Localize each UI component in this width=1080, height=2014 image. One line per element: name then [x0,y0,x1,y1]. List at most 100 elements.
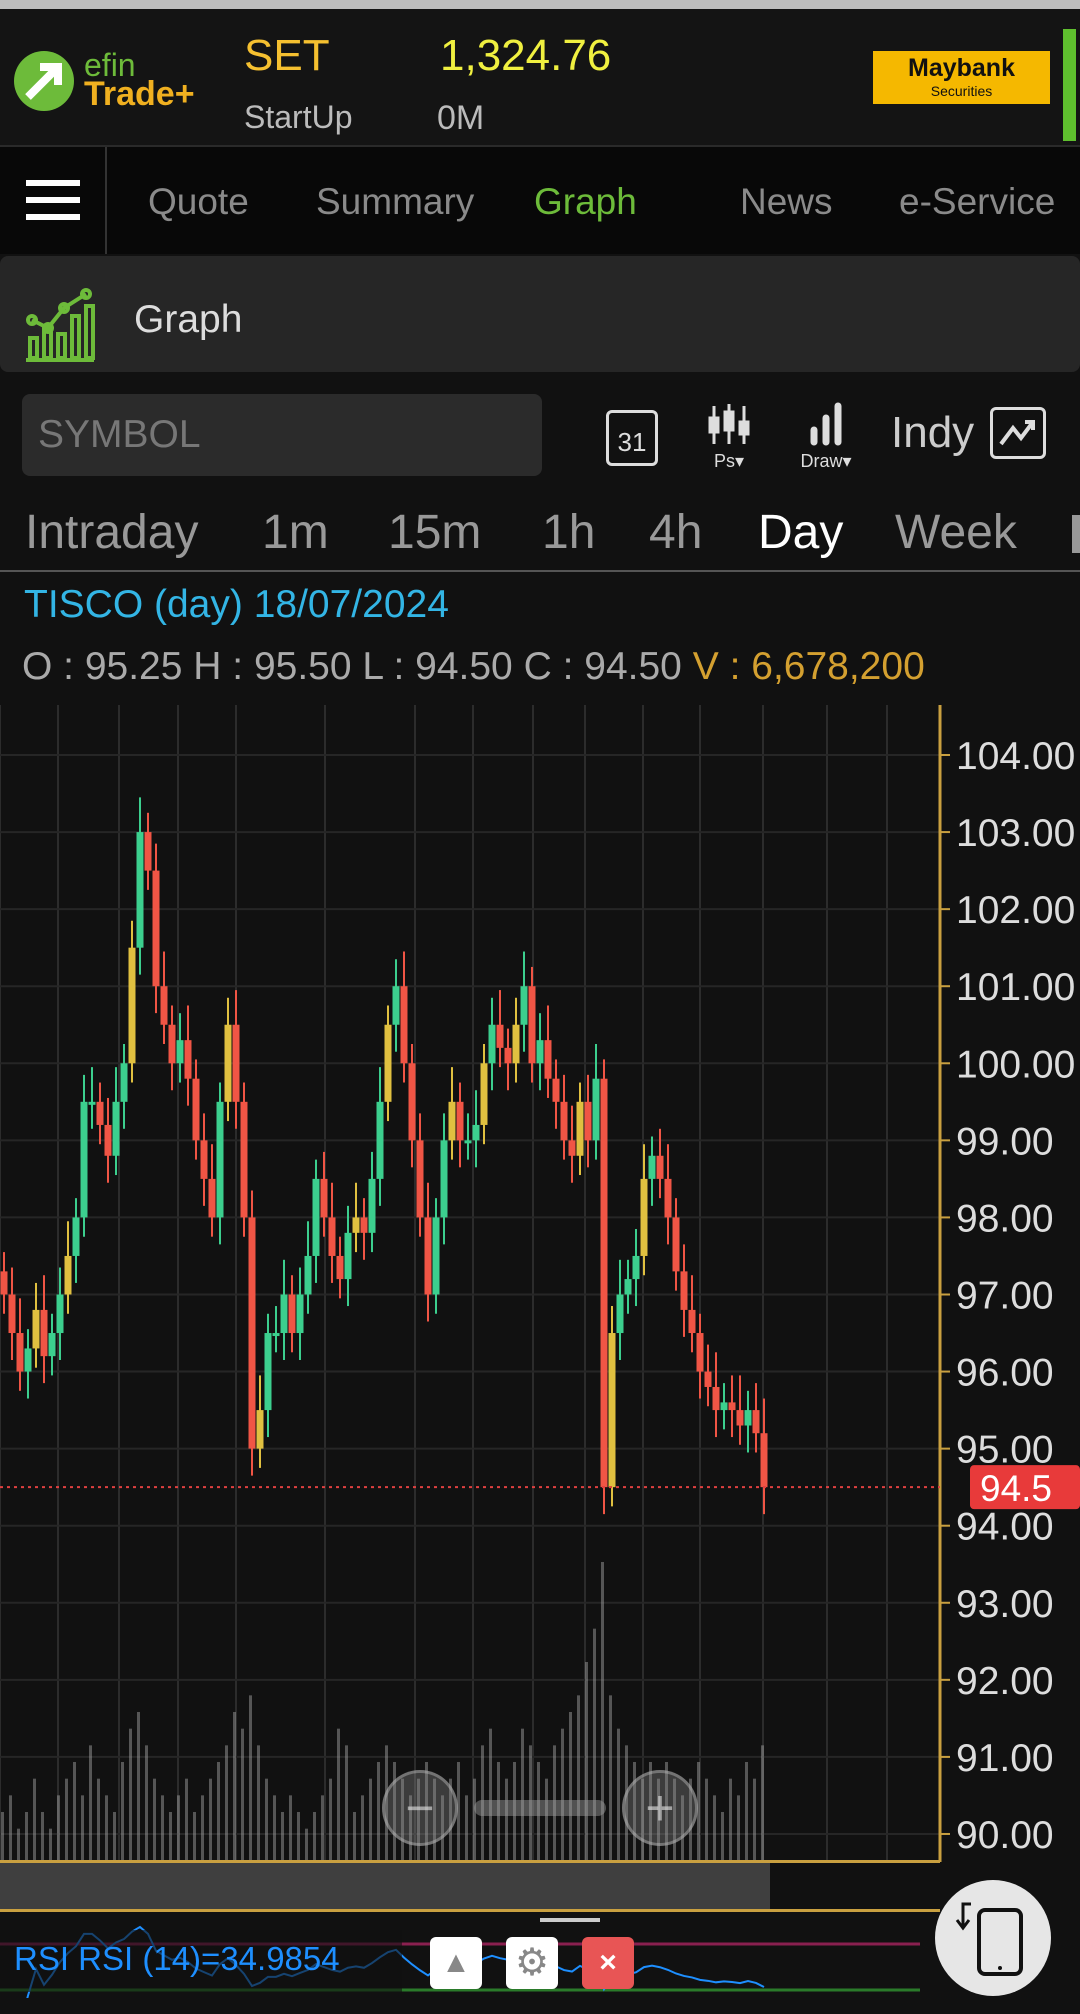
rsi-move-up-button[interactable]: ▲ [430,1937,482,1989]
candle-body [600,1078,608,1488]
calendar-button[interactable]: 31 [606,410,658,466]
rsi-settings-gear-icon[interactable]: ⚙ [506,1937,558,1989]
rotate-screen-button[interactable] [935,1880,1051,1996]
price-tick-label: 90.00 [956,1814,1054,1857]
volume-bar [545,1778,548,1862]
volume-bar [105,1795,108,1862]
price-tick-label: 96.00 [956,1352,1054,1395]
volume-bar [89,1745,92,1862]
candle-body [400,986,408,1064]
tf-week[interactable]: Week [895,505,1017,560]
volume-bar [593,1628,596,1862]
volume-bar [153,1778,156,1862]
candle-body [408,1063,416,1141]
volume-bar [41,1812,44,1862]
indicator-button[interactable] [990,407,1046,459]
tab-summary[interactable]: Summary [316,181,474,223]
volume-bar [169,1812,172,1862]
volume-bar [337,1728,340,1862]
tab-news[interactable]: News [740,181,833,223]
price-tick-label: 97.00 [956,1274,1054,1317]
tf-4h[interactable]: 4h [649,505,702,560]
tf-overflow[interactable] [1072,515,1080,553]
tf-day[interactable]: Day [758,505,843,560]
candle-body [584,1101,592,1141]
volume-bar [185,1778,188,1862]
candle-body [240,1101,248,1218]
volume-bar [241,1728,244,1862]
indy-label[interactable]: Indy [891,408,974,458]
price-chart[interactable]: JASON2024FMAMJJASO104.00103.00102.00101.… [0,705,1080,1862]
candle-body [576,1101,584,1156]
candle-body [376,1101,384,1179]
volume-bar [561,1728,564,1862]
volume-bar [209,1778,212,1862]
price-tick-label: 103.00 [956,812,1075,855]
candle-body [64,1255,72,1295]
volume-bar [233,1712,236,1862]
volume-bar [17,1828,20,1862]
candle-body [304,1255,312,1295]
candle-body [8,1294,16,1334]
candle-body [648,1155,656,1179]
tf-intraday[interactable]: Intraday [25,505,198,560]
zoom-out-button[interactable]: − [382,1770,458,1846]
candle-body [256,1410,264,1449]
candle-body [312,1178,320,1256]
zoom-in-button[interactable]: + [622,1770,698,1846]
price-tick-label: 104.00 [956,735,1075,778]
rsi-close-button[interactable]: × [582,1937,634,1989]
volume-value: V : 6,678,200 [692,645,925,688]
candle-body [88,1101,96,1105]
volume-bar [177,1795,180,1862]
candle-body [464,1140,472,1144]
tab-e-service[interactable]: e-Service [899,181,1055,223]
candle-body [520,986,528,1025]
volume-bar [289,1795,292,1862]
tf-1m[interactable]: 1m [262,505,329,560]
section-title: Graph [134,298,243,341]
close-value: C : 94.50 [523,645,682,688]
candle-body [624,1279,632,1295]
candle-body [160,986,168,1025]
menu-button[interactable] [0,147,107,254]
candle-body [720,1402,728,1411]
candle-body [144,832,152,871]
volume-bar [9,1795,12,1862]
candle-body [680,1271,688,1310]
app-header: efin Trade+ SET 1,324.76 StartUp 0M Mayb… [0,9,1080,147]
zoom-slider[interactable] [474,1800,606,1816]
candle-body [320,1178,328,1218]
tf-15m[interactable]: 15m [388,505,481,560]
candle-body [504,1047,512,1064]
volume-bar [193,1812,196,1862]
volume-bar [145,1745,148,1862]
candle-body [352,1217,360,1233]
tab-graph[interactable]: Graph [534,181,637,223]
candle-body [632,1255,640,1280]
candle-body [336,1255,344,1280]
candle-body [672,1217,680,1272]
candle-body [96,1101,104,1125]
volume-bar [113,1812,116,1862]
tf-1h[interactable]: 1h [542,505,595,560]
tab-quote[interactable]: Quote [148,181,249,223]
volume-bar [305,1828,308,1862]
candle-body [480,1063,488,1125]
candle-body [424,1217,432,1295]
candle-body [264,1333,272,1411]
symbol-input[interactable] [22,394,542,476]
volume-bar [705,1778,708,1862]
volume-bar [249,1695,252,1862]
price-tick-label: 99.00 [956,1120,1054,1163]
candle-body [360,1217,368,1233]
trend-icon [999,420,1035,446]
calendar-day: 31 [617,427,647,457]
draw-button[interactable]: Draw▾ [796,402,856,471]
candle-body [216,1101,224,1218]
candle-body [608,1333,616,1488]
chart-type-button[interactable]: Ps▾ [704,404,754,471]
time-navigator[interactable] [0,1860,940,1912]
candle-body [152,870,160,987]
navigator-window[interactable] [0,1863,770,1909]
